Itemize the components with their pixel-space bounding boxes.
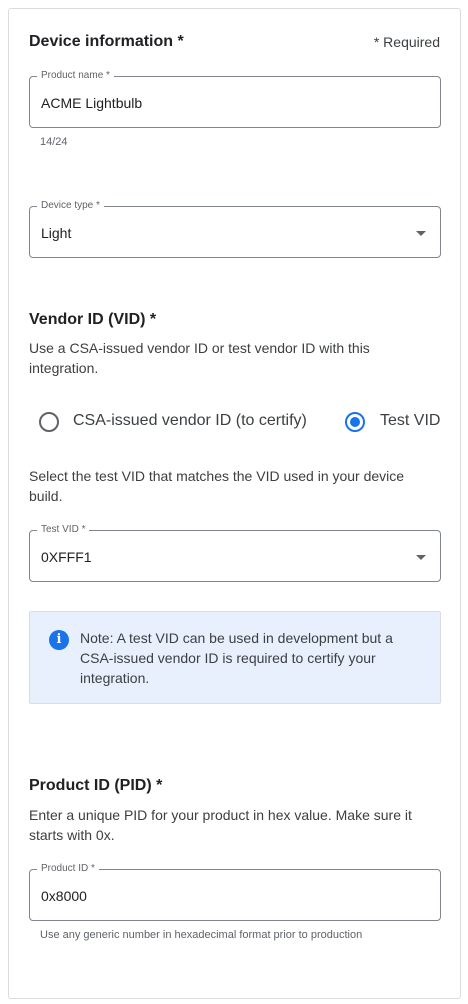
dropdown-arrow-icon — [416, 231, 426, 236]
test-vid-note: i Note: A test VID can be used in develo… — [29, 611, 441, 704]
device-type-value: Light — [41, 225, 72, 241]
product-id-value[interactable]: 0x8000 — [41, 888, 87, 904]
product-id-hint: Use any generic number in hexadecimal fo… — [40, 929, 363, 941]
test-vid-select[interactable]: Test VID * 0XFFF1 — [29, 524, 441, 582]
note-text: Note: A test VID can be used in developm… — [80, 630, 393, 686]
product-id-heading: Product ID (PID) * — [29, 777, 163, 794]
device-type-label: Device type * — [37, 200, 104, 212]
radio-csa-vendor-id[interactable] — [39, 412, 59, 432]
required-note: * Required — [373, 34, 440, 50]
info-icon: i — [49, 630, 69, 650]
product-name-value[interactable]: ACME Lightbulb — [41, 95, 142, 111]
product-id-field[interactable]: Product ID * 0x8000 — [29, 863, 441, 921]
dropdown-arrow-icon — [416, 555, 426, 560]
test-vid-instruction: Select the test VID that matches the VID… — [29, 468, 405, 504]
radio-test-vid[interactable] — [345, 412, 365, 432]
radio-test-vid-label[interactable]: Test VID — [380, 412, 440, 430]
device-type-select[interactable]: Device type * Light — [29, 200, 441, 258]
product-name-label: Product name * — [37, 70, 114, 82]
product-name-field[interactable]: Product name * ACME Lightbulb — [29, 70, 441, 128]
vendor-id-description: Use a CSA-issued vendor ID or test vendo… — [29, 340, 370, 376]
vendor-id-heading: Vendor ID (VID) * — [29, 311, 157, 328]
product-id-description: Enter a unique PID for your product in h… — [29, 807, 412, 843]
product-id-label: Product ID * — [37, 863, 99, 875]
product-name-counter: 14/24 — [40, 136, 68, 148]
test-vid-label: Test VID * — [37, 524, 90, 536]
radio-csa-vendor-id-label[interactable]: CSA-issued vendor ID (to certify) — [73, 412, 307, 430]
test-vid-value: 0XFFF1 — [41, 549, 92, 565]
device-information-heading: Device information * — [29, 33, 184, 50]
